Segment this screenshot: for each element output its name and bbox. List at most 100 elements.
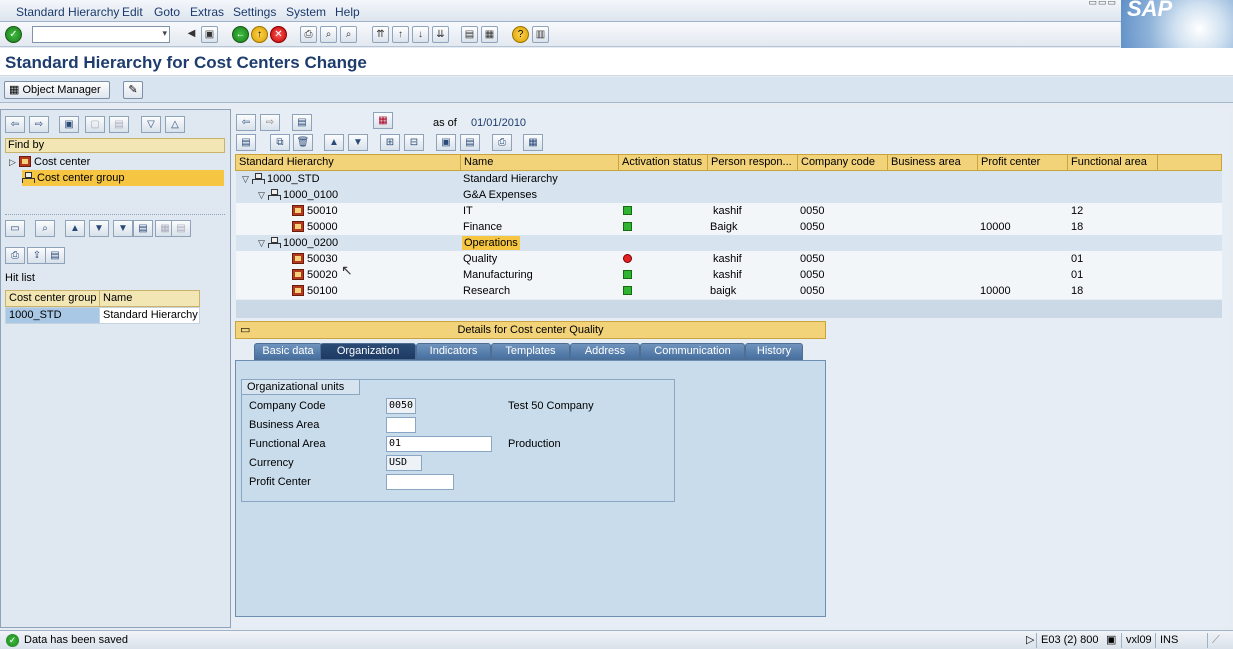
resize-grip-icon[interactable]: ⟋	[1207, 633, 1224, 648]
tab-templates[interactable]: Templates	[491, 343, 570, 360]
hitlist-view-icon[interactable]: ▭	[5, 220, 25, 237]
status-mode[interactable]: INS	[1155, 633, 1182, 648]
menu-help[interactable]: Help	[335, 5, 360, 19]
tab-indicators[interactable]: Indicators	[416, 343, 491, 360]
shortcut-icon[interactable]: ▦	[481, 26, 498, 43]
find-next-icon[interactable]: ⌕	[340, 26, 357, 43]
hier-overview-icon[interactable]: ▤	[292, 114, 312, 131]
filter-set-icon[interactable]: ▼	[113, 220, 133, 237]
object-manager-button[interactable]: ▦ Object Manager	[4, 81, 110, 99]
col-standard-hierarchy[interactable]: Standard Hierarchy	[235, 154, 461, 171]
collapse-arrow-icon[interactable]: ▽	[258, 235, 268, 251]
print-list-icon[interactable]: ⎙	[5, 247, 25, 264]
deselect-icon[interactable]: ▢	[85, 116, 105, 133]
table-row[interactable]: ▽ 1000_0100 G&A Expenses	[236, 187, 1222, 203]
menu-system[interactable]: System	[286, 5, 326, 19]
menu-edit[interactable]: Edit	[122, 5, 143, 19]
window-controls[interactable]: ▭▭▭	[1088, 0, 1117, 8]
col-company-code[interactable]: Company code	[797, 154, 888, 171]
save-search-icon[interactable]: ▤	[109, 116, 129, 133]
save-icon[interactable]: ▣	[201, 26, 218, 43]
subtotal-icon[interactable]: ▤	[171, 220, 191, 237]
col-activation-status[interactable]: Activation status	[618, 154, 708, 171]
col-name[interactable]: Name	[460, 154, 619, 171]
hit-list-cell-name[interactable]: Standard Hierarchy	[99, 307, 200, 324]
status-system[interactable]: E03 (2) 800	[1036, 633, 1102, 648]
filter-options-icon[interactable]: ▤	[133, 220, 153, 237]
menu-goto[interactable]: Goto	[154, 5, 180, 19]
currency-field[interactable]: USD	[386, 455, 422, 471]
back-icon[interactable]: ←	[232, 26, 249, 43]
pane-splitter[interactable]	[5, 214, 225, 216]
expand-all-icon[interactable]: ▽	[141, 116, 161, 133]
display-change-icon[interactable]: ✎	[123, 81, 143, 99]
move-up-icon[interactable]: ▲	[324, 134, 344, 151]
menu-extras[interactable]: Extras	[190, 5, 224, 19]
collapse-all-icon[interactable]: △	[165, 116, 185, 133]
tab-basic-data[interactable]: Basic data	[254, 343, 322, 360]
hier-forward-icon[interactable]: ⇨	[260, 114, 280, 131]
expand-arrow-icon[interactable]: ▷	[9, 154, 19, 170]
hit-list-cell-group[interactable]: 1000_STD	[5, 307, 100, 324]
export-icon[interactable]: ⇪	[27, 247, 47, 264]
col-business-area[interactable]: Business area	[887, 154, 978, 171]
table-row[interactable]: ▽ 1000_STD Standard Hierarchy	[236, 171, 1222, 187]
nav-back-icon[interactable]: ⇦	[5, 116, 25, 133]
functional-area-field[interactable]: 01	[386, 436, 492, 452]
col-profit-center[interactable]: Profit center	[977, 154, 1068, 171]
collapse-arrow-icon[interactable]: ▽	[258, 187, 268, 203]
find-icon[interactable]: ⌕	[320, 26, 337, 43]
hit-list-col-group[interactable]: Cost center group	[5, 290, 100, 307]
filter-icon[interactable]: ▼	[89, 220, 109, 237]
prev-page-icon[interactable]: ↑	[392, 26, 409, 43]
print-tree-icon[interactable]: ⎙	[492, 134, 512, 151]
table-row[interactable]: 50000 Finance Baigk 0050 10000 18	[236, 219, 1222, 235]
hitlist-find-icon[interactable]: ⌕	[35, 220, 55, 237]
command-field[interactable]: ▾	[32, 26, 170, 43]
collapse-arrow-icon[interactable]: ▽	[242, 171, 252, 187]
tab-organization[interactable]: Organization	[320, 343, 416, 360]
copy-icon[interactable]: ⧉	[270, 134, 290, 151]
select-all-icon[interactable]: ▣	[59, 116, 79, 133]
tab-communication[interactable]: Communication	[640, 343, 745, 360]
table-row[interactable]: ▽ 1000_0200 Operations	[236, 235, 1222, 251]
col-person-responsible[interactable]: Person respon...	[707, 154, 798, 171]
table-row[interactable]: 50020 Manufacturing kashif 0050 01	[236, 267, 1222, 283]
system-info-icon[interactable]: ▣	[1102, 633, 1120, 648]
col-functional-area[interactable]: Functional area	[1067, 154, 1158, 171]
enter-icon[interactable]: ✓	[5, 26, 22, 43]
command-dropdown-icon[interactable]: ▾	[162, 28, 167, 39]
business-area-field[interactable]	[386, 417, 416, 433]
layout-menu-icon[interactable]: ▥	[532, 26, 549, 43]
table-row[interactable]: 50100 Research baigk 0050 10000 18	[236, 283, 1222, 299]
cancel-icon[interactable]: ✕	[270, 26, 287, 43]
tab-history[interactable]: History	[745, 343, 803, 360]
move-down-icon[interactable]: ▼	[348, 134, 368, 151]
nav-forward-icon[interactable]: ⇨	[29, 116, 49, 133]
tree-item-cost-center-group[interactable]: Cost center group	[22, 170, 224, 186]
company-code-field[interactable]: 0050	[386, 398, 416, 414]
layout-icon[interactable]: ▦	[523, 134, 543, 151]
hit-list-col-name[interactable]: Name	[99, 290, 200, 307]
collapse-node-icon[interactable]: ⊟	[404, 134, 424, 151]
first-page-icon[interactable]: ⇈	[372, 26, 389, 43]
last-page-icon[interactable]: ⇊	[432, 26, 449, 43]
sort-asc-icon[interactable]: ▲	[65, 220, 85, 237]
print-icon[interactable]: ⎙	[300, 26, 317, 43]
insert-cc-icon[interactable]: ▤	[460, 134, 480, 151]
help-icon[interactable]: ?	[512, 26, 529, 43]
tab-address[interactable]: Address	[570, 343, 640, 360]
table-row[interactable]: 50030 Quality kashif 0050 01	[236, 251, 1222, 267]
insert-group-icon[interactable]: ▣	[436, 134, 456, 151]
expand-node-icon[interactable]: ⊞	[380, 134, 400, 151]
collapse-cmd-icon[interactable]: ◀	[183, 26, 200, 43]
profit-center-field[interactable]	[386, 474, 454, 490]
create-icon[interactable]: ▤	[236, 134, 256, 151]
tree-item-cost-center[interactable]: ▷ Cost center	[9, 154, 90, 170]
next-page-icon[interactable]: ↓	[412, 26, 429, 43]
table-row[interactable]: 50010 IT kashif 0050 12	[236, 203, 1222, 219]
details-toggle-icon[interactable]: ▭	[240, 322, 250, 338]
export-options-icon[interactable]: ▤	[45, 247, 65, 264]
calendar-icon[interactable]: ▦	[373, 112, 393, 129]
delete-icon[interactable]: 🗑	[293, 134, 313, 151]
